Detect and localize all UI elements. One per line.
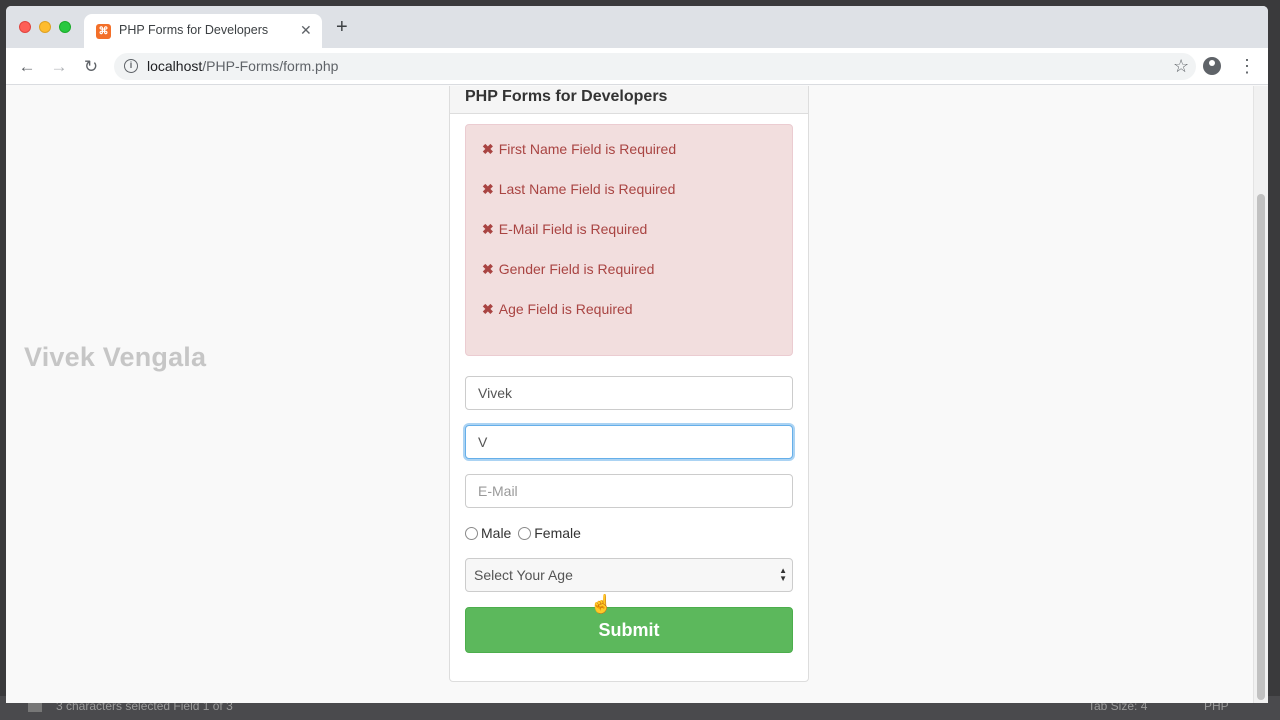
close-icon[interactable]: ✕ xyxy=(300,22,312,39)
error-item: ✖ Gender Field is Required xyxy=(482,261,655,277)
error-item: ✖ Last Name Field is Required xyxy=(482,181,676,197)
scrollbar-thumb[interactable] xyxy=(1257,194,1265,700)
url-text[interactable]: localhost/PHP-Forms/form.php xyxy=(147,58,338,74)
star-icon[interactable]: ☆ xyxy=(1173,56,1189,77)
last-name-input[interactable] xyxy=(465,425,793,459)
email-input[interactable] xyxy=(465,474,793,508)
url-host: localhost xyxy=(147,58,203,74)
hand-cursor-icon: ☝ xyxy=(590,594,613,614)
error-x-icon: ✖ xyxy=(482,181,494,197)
gender-male-radio[interactable] xyxy=(465,527,478,540)
browser-window: ⌘ PHP Forms for Developers ✕ + ← → ↻ i l… xyxy=(6,6,1268,703)
window-minimize-button[interactable] xyxy=(39,21,51,33)
tab-php-forms[interactable]: ⌘ PHP Forms for Developers ✕ xyxy=(84,14,322,48)
page-title: PHP Forms for Developers xyxy=(465,88,668,105)
gender-male-label[interactable]: Male xyxy=(481,525,511,541)
reload-icon[interactable]: ↻ xyxy=(80,56,102,78)
more-vert-icon[interactable]: ⋮ xyxy=(1238,55,1256,77)
arrow-left-icon[interactable]: ← xyxy=(16,56,38,78)
arrow-right-icon[interactable]: → xyxy=(48,56,70,78)
error-x-icon: ✖ xyxy=(482,261,494,277)
panel-heading: PHP Forms for Developers xyxy=(450,86,808,114)
error-x-icon: ✖ xyxy=(482,301,494,317)
xampp-favicon-icon: ⌘ xyxy=(96,24,111,39)
info-icon[interactable]: i xyxy=(124,59,138,73)
first-name-input[interactable] xyxy=(465,376,793,410)
url-path: /PHP-Forms/form.php xyxy=(202,58,339,74)
gender-radio-group: Male Female xyxy=(465,525,584,541)
page-viewport: Vivek Vengala PHP Forms for Developers ✖… xyxy=(6,86,1268,703)
form-panel: PHP Forms for Developers ✖ First Name Fie… xyxy=(449,86,809,682)
error-x-icon: ✖ xyxy=(482,221,494,237)
watermark-text: Vivek Vengala xyxy=(24,342,207,372)
error-item: ✖ E-Mail Field is Required xyxy=(482,221,648,237)
editor-status-icon xyxy=(28,701,42,712)
window-maximize-button[interactable] xyxy=(59,21,71,33)
error-item: ✖ Age Field is Required xyxy=(482,301,633,317)
tab-title: PHP Forms for Developers xyxy=(119,23,269,37)
window-close-button[interactable] xyxy=(19,21,31,33)
error-x-icon: ✖ xyxy=(482,141,494,157)
account-circle-icon[interactable] xyxy=(1203,57,1221,75)
gender-female-label[interactable]: Female xyxy=(534,525,581,541)
gender-female-radio[interactable] xyxy=(518,527,532,540)
submit-button[interactable]: Submit xyxy=(465,607,793,653)
age-select[interactable]: Select Your Age ▲ ▼ xyxy=(465,558,793,592)
address-bar[interactable]: i localhost/PHP-Forms/form.php ☆ xyxy=(114,53,1196,80)
tab-strip: ⌘ PHP Forms for Developers ✕ + xyxy=(6,6,1268,48)
age-select-value: Select Your Age xyxy=(474,567,573,583)
error-item: ✖ First Name Field is Required xyxy=(482,141,677,157)
plus-icon[interactable]: + xyxy=(336,17,348,37)
select-arrows-icon: ▲ ▼ xyxy=(779,566,787,583)
error-alert: ✖ First Name Field is Required ✖ Last Name… xyxy=(465,124,793,356)
browser-toolbar: ← → ↻ i localhost/PHP-Forms/form.php ☆ ⋮ xyxy=(6,48,1268,85)
